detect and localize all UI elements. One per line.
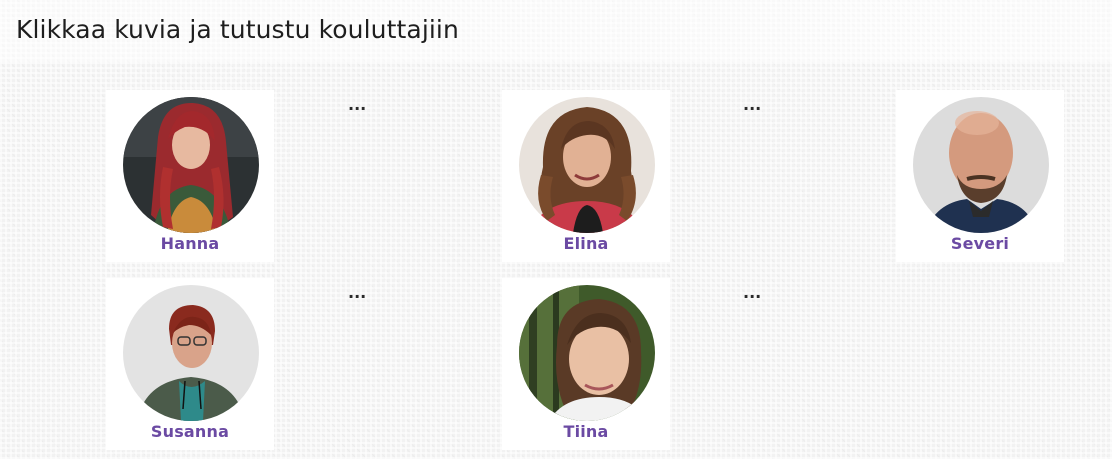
trainer-card-elina[interactable]: Elina (502, 90, 670, 262)
trainer-photo-susanna[interactable] (123, 285, 259, 421)
trainer-card-susanna[interactable]: Susanna (106, 278, 274, 450)
portrait-icon (913, 97, 1049, 233)
trainer-name-susanna: Susanna (150, 422, 230, 441)
trainer-name-severi: Severi (950, 234, 1010, 253)
trainer-photo-tiina[interactable] (519, 285, 655, 421)
trainer-name-tiina: Tiina (563, 422, 609, 441)
portrait-icon (519, 285, 655, 421)
more-tiina[interactable]: ... (743, 285, 761, 301)
trainer-card-tiina[interactable]: Tiina (502, 278, 670, 450)
portrait-icon (123, 97, 259, 233)
more-susanna[interactable]: ... (348, 285, 366, 301)
more-hanna[interactable]: ... (348, 97, 366, 113)
trainer-card-severi[interactable]: Severi (896, 90, 1064, 262)
portrait-icon (519, 97, 655, 233)
trainer-photo-elina[interactable] (519, 97, 655, 233)
more-elina[interactable]: ... (743, 97, 761, 113)
page-title: Klikkaa kuvia ja tutustu kouluttajiin (16, 15, 459, 44)
trainer-photo-severi[interactable] (913, 97, 1049, 233)
trainer-card-hanna[interactable]: Hanna (106, 90, 274, 262)
trainer-name-elina: Elina (563, 234, 609, 253)
trainer-name-hanna: Hanna (160, 234, 220, 253)
trainer-photo-hanna[interactable] (123, 97, 259, 233)
portrait-icon (123, 285, 259, 421)
